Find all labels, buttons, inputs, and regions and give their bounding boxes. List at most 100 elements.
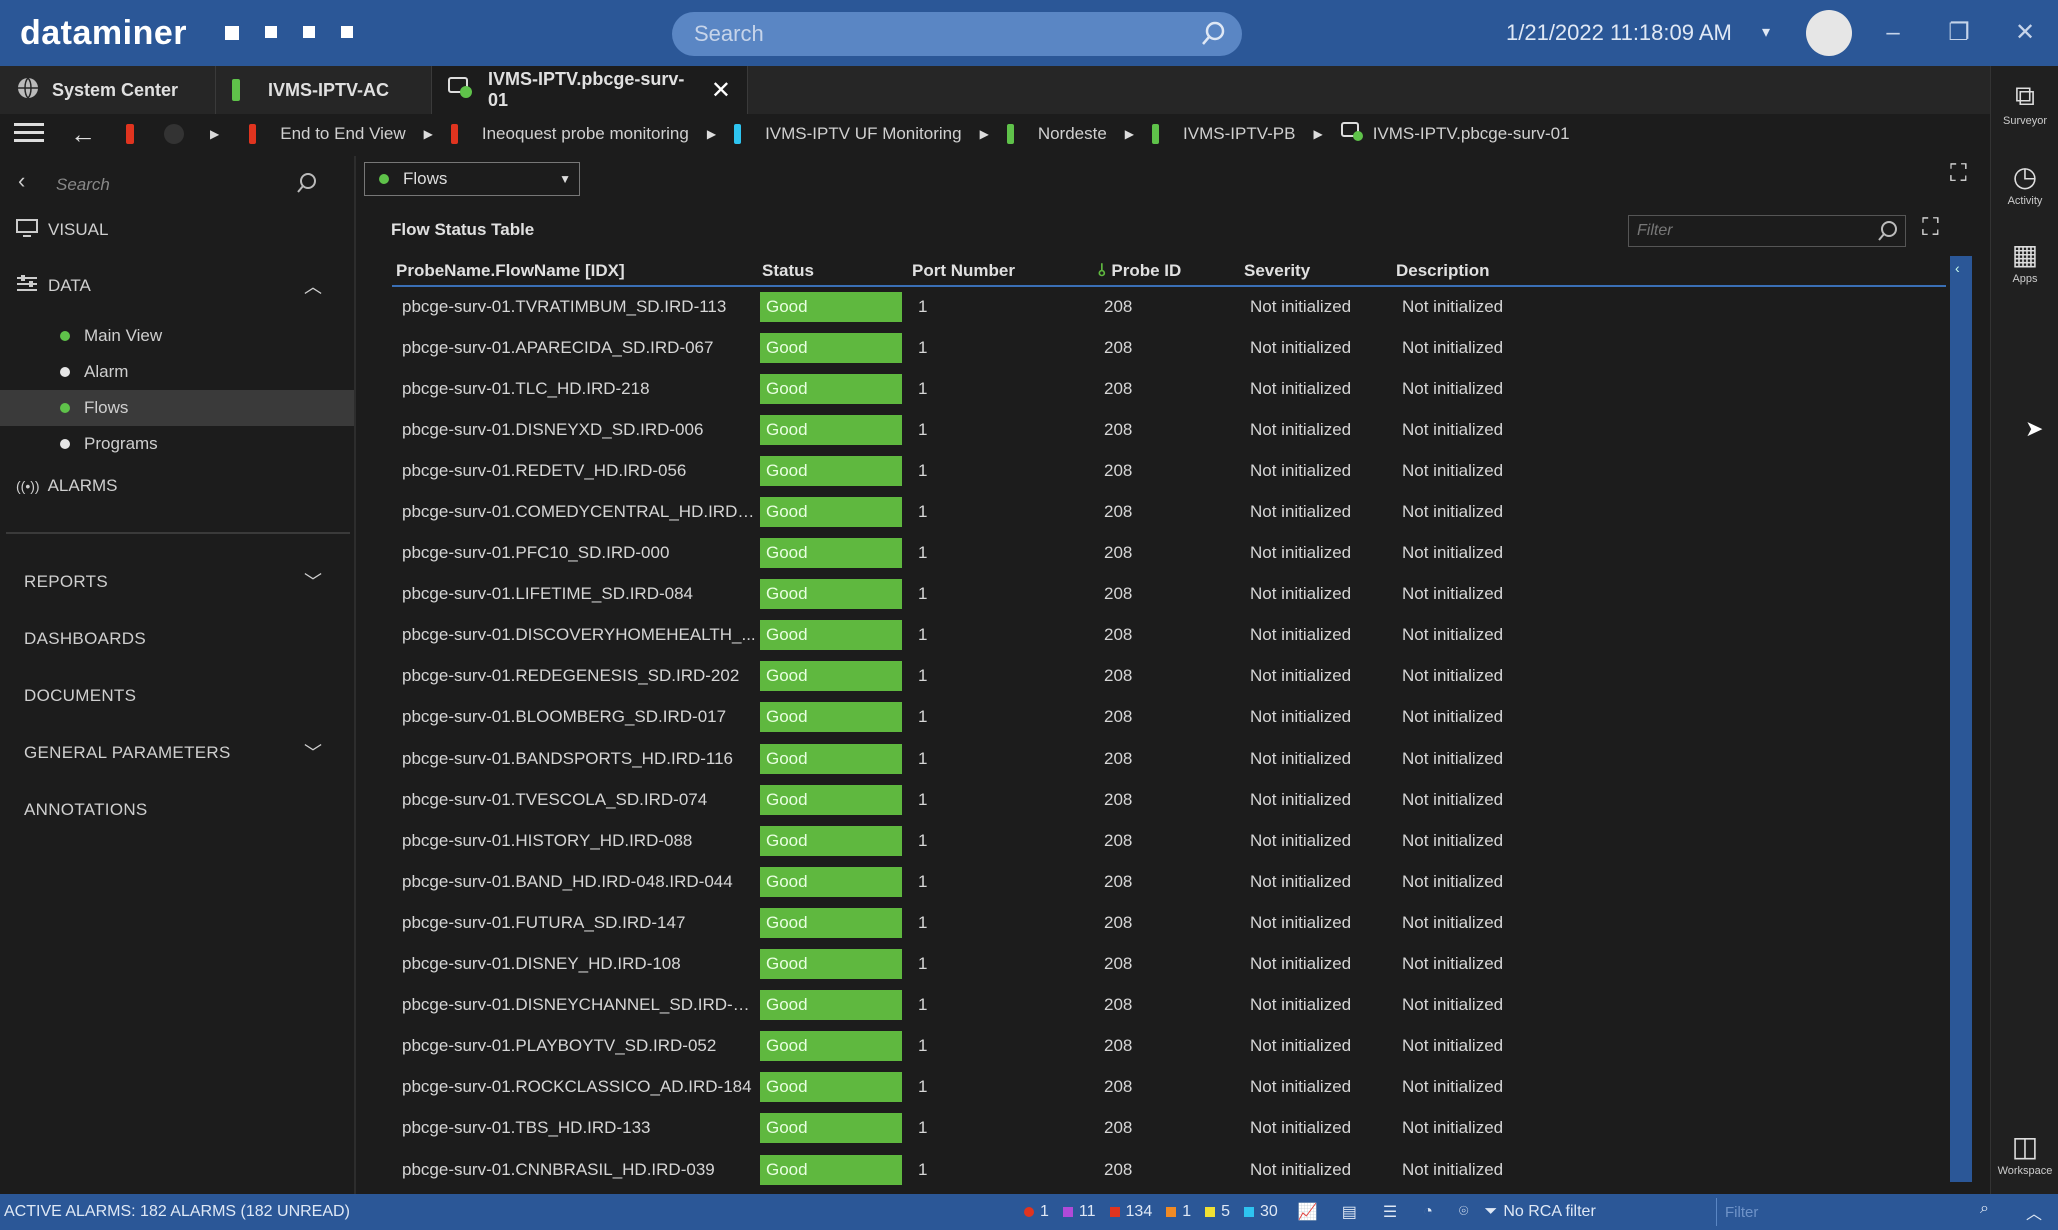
- table-scrollbar[interactable]: ‹: [1950, 256, 1972, 1182]
- alarm-count-badge[interactable]: 134: [1109, 1203, 1152, 1221]
- search-icon[interactable]: [296, 172, 318, 199]
- nav-search-input[interactable]: [56, 175, 296, 195]
- table-row[interactable]: pbcge-surv-01.DISNEY_HD.IRD-108 Good 1 208 N…: [392, 944, 1946, 985]
- column-header-sorted[interactable]: ⫰ Probe ID: [1094, 256, 1240, 287]
- apps-button[interactable]: ▦ Apps: [1991, 238, 2058, 285]
- table-row[interactable]: pbcge-surv-01.ROCKCLASSICO_AD.IRD-184 Goo…: [392, 1067, 1946, 1108]
- crumb-end-to-end-view[interactable]: End to End View ▶: [249, 124, 433, 144]
- close-icon[interactable]: ✕: [711, 76, 731, 105]
- active-alarms-summary[interactable]: ACTIVE ALARMS: 182 ALARMS (182 UNREAD): [4, 1203, 1024, 1221]
- restore-icon[interactable]: ❐: [1942, 16, 1976, 50]
- rca-filter-label[interactable]: No RCA filter: [1503, 1203, 1595, 1221]
- nav-search[interactable]: [56, 166, 340, 204]
- close-window-icon[interactable]: ✕: [2008, 16, 2042, 50]
- nav-visual[interactable]: VISUAL: [0, 212, 354, 248]
- crumb-ineoquest[interactable]: Ineoquest probe monitoring ▶: [450, 124, 716, 144]
- table-row[interactable]: pbcge-surv-01.PFC10_SD.IRD-000 Good 1 208 No…: [392, 533, 1946, 574]
- surveyor-button[interactable]: ⧉ Surveyor: [1991, 80, 2058, 127]
- fullscreen-icon[interactable]: ⛶: [1950, 160, 1967, 188]
- nav-annotations[interactable]: ANNOTATIONS: [24, 800, 148, 820]
- nav-alarms[interactable]: ((•)) ALARMS: [0, 468, 354, 504]
- table-row[interactable]: pbcge-surv-01.TVESCOLA_SD.IRD-074 Good 1 20…: [392, 779, 1946, 820]
- search-icon[interactable]: ⌕: [1980, 1200, 1989, 1218]
- table-row[interactable]: pbcge-surv-01.DISCOVERYHOMEHEALTH_... Goo…: [392, 615, 1946, 656]
- nav-page-main-view[interactable]: Main View: [0, 318, 354, 354]
- nav-data[interactable]: DATA ︿: [0, 268, 354, 304]
- table-row[interactable]: pbcge-surv-01.COMEDYCENTRAL_HD.IRD-1... G…: [392, 491, 1946, 532]
- page-selector[interactable]: Flows ▼: [364, 162, 580, 196]
- table-row[interactable]: pbcge-surv-01.DISNEYXD_SD.IRD-006 Good 1 20…: [392, 409, 1946, 450]
- column-header[interactable]: Port Number: [908, 256, 1094, 287]
- quick-action-2[interactable]: [265, 26, 277, 38]
- table-row[interactable]: pbcge-surv-01.PLAYBOYTV_SD.IRD-052 Good 1 2…: [392, 1026, 1946, 1067]
- search-icon[interactable]: [1877, 220, 1899, 247]
- nav-reports[interactable]: REPORTS: [24, 572, 108, 592]
- tab-system-center[interactable]: System Center: [0, 66, 216, 114]
- table-row[interactable]: pbcge-surv-01.BANDSPORTS_HD.IRD-116 Good 1…: [392, 738, 1946, 779]
- list-view-icon[interactable]: ▤: [1342, 1202, 1357, 1222]
- camera-icon[interactable]: ⌾: [1459, 1203, 1469, 1221]
- table-row[interactable]: pbcge-surv-01.BLOOMBERG_SD.IRD-017 Good 1 2…: [392, 697, 1946, 738]
- scroll-collapse-icon[interactable]: ‹: [1955, 260, 1960, 276]
- funnel-icon[interactable]: ⏷: [1485, 1203, 1498, 1221]
- table-row[interactable]: pbcge-surv-01.TLC_HD.IRD-218 Good 1 208 Not …: [392, 368, 1946, 409]
- nav-documents[interactable]: DOCUMENTS: [24, 686, 136, 706]
- crumb-current-element[interactable]: IVMS-IPTV.pbcge-surv-01: [1340, 121, 1570, 147]
- chevron-down-icon[interactable]: ﹀: [304, 739, 322, 765]
- hamburger-menu-icon[interactable]: [14, 121, 44, 148]
- crumb-ivms-iptv-pb[interactable]: IVMS-IPTV-PB ▶: [1152, 124, 1323, 144]
- alarm-count-badge[interactable]: 1: [1166, 1203, 1191, 1221]
- history-icon[interactable]: ◔: [1423, 1203, 1433, 1221]
- chevron-up-icon[interactable]: ︿: [304, 273, 322, 299]
- table-row[interactable]: pbcge-surv-01.TBS_HD.IRD-133 Good 1 208 Not …: [392, 1108, 1946, 1149]
- table-filter[interactable]: [1628, 215, 1906, 247]
- column-header[interactable]: ProbeName.FlowName [IDX]: [392, 256, 758, 287]
- global-search-input[interactable]: [694, 21, 1164, 47]
- table-row[interactable]: pbcge-surv-01.TVRATIMBUM_SD.IRD-113 Good 1…: [392, 286, 1946, 327]
- trend-icon[interactable]: 📈: [1298, 1202, 1318, 1222]
- sort-icon[interactable]: ☰: [1383, 1202, 1397, 1222]
- alarm-filter[interactable]: [1716, 1198, 1986, 1226]
- back-arrow-icon[interactable]: ←: [70, 119, 96, 150]
- nav-general-parameters[interactable]: GENERAL PARAMETERS: [24, 743, 231, 763]
- table-row[interactable]: pbcge-surv-01.CNNBRASIL_HD.IRD-039 Good 1 2…: [392, 1149, 1946, 1190]
- tab-ivms-iptv-ac[interactable]: IVMS-IPTV-AC: [216, 66, 432, 114]
- nav-dashboards[interactable]: DASHBOARDS: [24, 629, 146, 649]
- quick-action-3[interactable]: [303, 26, 315, 38]
- workspace-button[interactable]: ◫ Workspace: [1991, 1130, 2058, 1177]
- nav-page-programs[interactable]: Programs: [0, 426, 354, 462]
- nav-page-alarm[interactable]: Alarm: [0, 354, 354, 390]
- chevron-down-icon[interactable]: ▾: [1762, 22, 1770, 42]
- alarm-count-badge[interactable]: 30: [1244, 1203, 1278, 1221]
- table-row[interactable]: pbcge-surv-01.BAND_HD.IRD-048.IRD-044 Goo…: [392, 861, 1946, 902]
- table-row[interactable]: pbcge-surv-01.APARECIDA_SD.IRD-067 Good 1 2…: [392, 327, 1946, 368]
- alarm-count-badge[interactable]: 1: [1024, 1203, 1049, 1221]
- chevron-up-icon[interactable]: ︿: [2026, 1200, 2042, 1224]
- quick-action-4[interactable]: [341, 26, 353, 38]
- search-icon[interactable]: [1200, 20, 1228, 53]
- table-row[interactable]: pbcge-surv-01.REDEGENESIS_SD.IRD-202 Good…: [392, 656, 1946, 697]
- table-row[interactable]: pbcge-surv-01.REDETV_HD.IRD-056 Good 1 208 N…: [392, 450, 1946, 491]
- expand-table-icon[interactable]: ⛶: [1922, 214, 1939, 242]
- alarm-filter-input[interactable]: [1725, 1203, 1965, 1221]
- global-search[interactable]: [672, 12, 1242, 56]
- column-header[interactable]: Status: [758, 256, 908, 287]
- table-row[interactable]: pbcge-surv-01.HISTORY_HD.IRD-088 Good 1 208…: [392, 820, 1946, 861]
- minimize-icon[interactable]: –: [1876, 16, 1910, 50]
- quick-action-1[interactable]: [225, 26, 239, 40]
- alarm-count-badge[interactable]: 5: [1205, 1203, 1230, 1221]
- avatar[interactable]: [1806, 10, 1852, 56]
- table-row[interactable]: pbcge-surv-01.DISNEYCHANNEL_SD.IRD-108 Go…: [392, 985, 1946, 1026]
- crumb-uf-monitoring[interactable]: IVMS-IPTV UF Monitoring ▶: [734, 124, 989, 144]
- table-row[interactable]: pbcge-surv-01.LIFETIME_SD.IRD-084 Good 1 20…: [392, 574, 1946, 615]
- table-filter-input[interactable]: [1637, 222, 1857, 240]
- chevron-down-icon[interactable]: ﹀: [304, 568, 322, 594]
- table-row[interactable]: pbcge-surv-01.FUTURA_SD.IRD-147 Good 1 208 N…: [392, 902, 1946, 943]
- column-header[interactable]: Description: [1392, 256, 1946, 287]
- tab-ivms-iptv-pbcge-surv-01[interactable]: IVMS-IPTV.pbcge-surv-01 ✕: [432, 66, 748, 114]
- activity-button[interactable]: ◷ Activity: [1991, 160, 2058, 207]
- alarm-count-badge[interactable]: 11: [1062, 1203, 1096, 1221]
- column-header[interactable]: Severity: [1240, 256, 1392, 287]
- nav-page-flows[interactable]: Flows: [0, 390, 354, 426]
- collapse-nav-icon[interactable]: ‹: [18, 168, 25, 194]
